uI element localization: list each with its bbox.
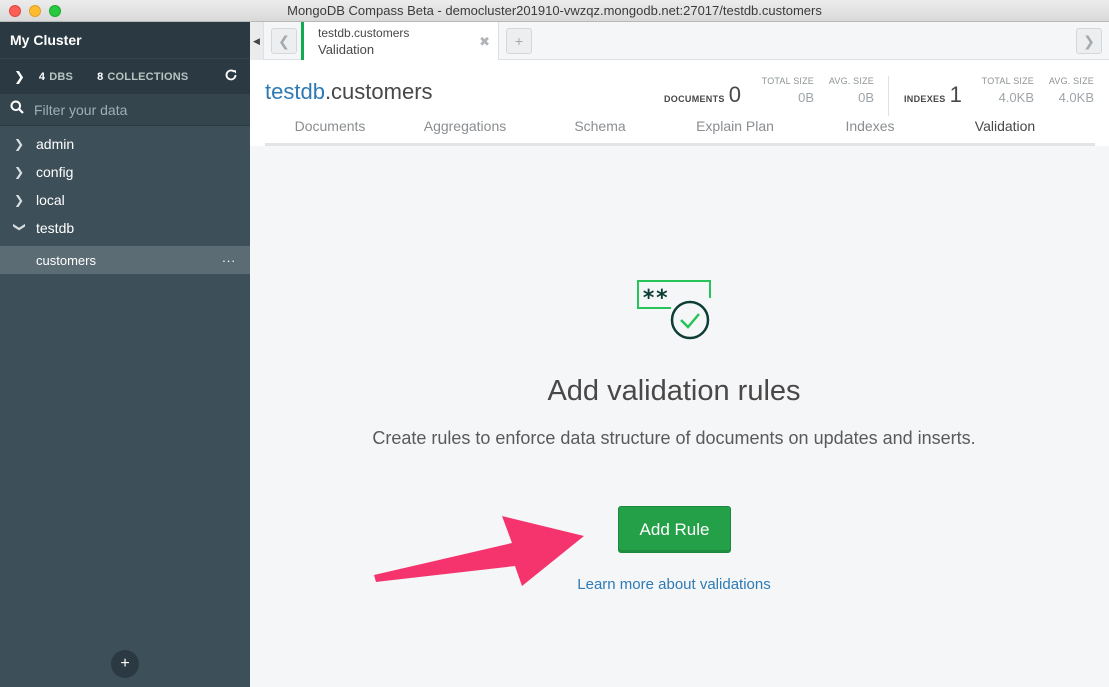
minimize-window-button[interactable] — [29, 5, 41, 17]
workspace-tabbar: ◀ ❮ testdb.customers Validation ✖ + ❯ — [250, 22, 1109, 60]
chevron-right-icon: ❯ — [14, 165, 25, 179]
sidebar-item-testdb[interactable]: ❯ testdb — [0, 214, 250, 242]
documents-stat: DOCUMENTS 0 — [664, 82, 741, 108]
indexes-avg-size-value: 4.0KB — [1058, 90, 1094, 105]
refresh-icon[interactable] — [224, 68, 238, 86]
documents-total-size-label: TOTAL SIZE — [761, 76, 814, 86]
chevron-right-icon: ❯ — [14, 137, 25, 151]
sidebar-item-local[interactable]: ❯ local — [0, 186, 250, 214]
dbs-count: 4 DBS — [39, 71, 73, 83]
tab-aggregations[interactable]: Aggregations — [400, 116, 530, 146]
empty-state-description: Create rules to enforce data structure o… — [372, 428, 976, 448]
documents-count: 0 — [728, 82, 741, 107]
sidebar-item-admin[interactable]: ❯ admin — [0, 130, 250, 158]
workspace-tab[interactable]: testdb.customers Validation ✖ — [301, 22, 499, 60]
tab-subtitle: Validation — [318, 42, 375, 57]
sidebar: My Cluster ❯ 4 DBS 8 COLLECTIONS Filter yo… — [0, 22, 250, 687]
cluster-name: My Cluster — [10, 32, 82, 48]
pointer-arrow-annotation — [374, 516, 584, 586]
indexes-stat: INDEXES 1 — [904, 82, 962, 108]
window-titlebar: MongoDB Compass Beta - democluster201910… — [0, 0, 1109, 22]
filter-input[interactable]: Filter your data — [34, 102, 127, 118]
collection-tabs: Documents Aggregations Schema Explain Pl… — [265, 116, 1095, 149]
close-icon[interactable]: ✖ — [479, 34, 490, 50]
collections-count-label: COLLECTIONS — [107, 70, 189, 83]
validation-empty-state: ** Add validation rules Create rules to … — [250, 146, 1109, 687]
tab-namespace: testdb.customers — [318, 26, 410, 40]
dbs-count-value: 4 — [38, 70, 46, 83]
collection-menu-button[interactable]: ... — [222, 250, 236, 265]
collections-count-value: 8 — [97, 70, 104, 83]
dbs-count-label: DBS — [49, 70, 74, 83]
indexes-count: 1 — [949, 82, 962, 107]
collection-name: .customers — [324, 79, 433, 104]
tab-validation[interactable]: Validation — [940, 116, 1070, 149]
sidebar-filter[interactable]: Filter your data — [0, 94, 250, 126]
empty-state-title: Add validation rules — [547, 375, 801, 407]
tab-scroll-right-button[interactable]: ❯ — [1076, 28, 1102, 54]
validation-rules-icon: ** — [635, 278, 715, 347]
sidebar-item-customers[interactable]: customers ... — [0, 246, 250, 274]
documents-label: DOCUMENTS — [664, 94, 725, 104]
collection-db-name[interactable]: testdb — [265, 79, 325, 104]
indexes-total-size-label: TOTAL SIZE — [981, 76, 1034, 86]
indexes-total-size-value: 4.0KB — [998, 90, 1034, 105]
create-database-button[interactable]: + — [111, 650, 139, 678]
collection-header: testdb.customers DOCUMENTS 0 TOTAL SIZE 0… — [250, 60, 1109, 149]
close-window-button[interactable] — [9, 5, 21, 17]
documents-avg-size-label: AVG. SIZE — [828, 76, 874, 86]
cluster-stats[interactable]: ❯ 4 DBS 8 COLLECTIONS — [0, 58, 250, 94]
tab-indexes[interactable]: Indexes — [805, 116, 935, 146]
cluster-header[interactable]: My Cluster — [0, 22, 250, 58]
svg-text:**: ** — [642, 286, 669, 311]
database-name: testdb — [36, 220, 75, 236]
database-name: config — [36, 164, 74, 180]
tab-scroll-left-button[interactable]: ❮ — [271, 28, 297, 54]
indexes-label: INDEXES — [904, 94, 946, 104]
chevron-right-icon[interactable]: ❯ — [14, 69, 25, 85]
database-name: admin — [36, 136, 75, 152]
sidebar-item-config[interactable]: ❯ config — [0, 158, 250, 186]
tab-documents[interactable]: Documents — [265, 116, 395, 146]
add-rule-button[interactable]: Add Rule — [618, 506, 731, 553]
chevron-down-icon: ❯ — [13, 222, 27, 233]
tab-explain-plan[interactable]: Explain Plan — [670, 116, 800, 146]
documents-avg-size-value: 0B — [858, 90, 874, 105]
chevron-right-icon: ❯ — [14, 193, 25, 207]
search-icon — [10, 100, 24, 119]
collections-count: 8 COLLECTIONS — [97, 71, 188, 83]
indexes-total-size: TOTAL SIZE 4.0KB — [972, 76, 1034, 105]
new-tab-button[interactable]: + — [506, 28, 532, 54]
documents-total-size: TOTAL SIZE 0B — [750, 76, 814, 105]
documents-avg-size: AVG. SIZE 0B — [818, 76, 874, 105]
collection-name: customers — [36, 252, 96, 268]
indexes-avg-size-label: AVG. SIZE — [1048, 76, 1094, 86]
indexes-avg-size: AVG. SIZE 4.0KB — [1040, 76, 1094, 105]
tab-schema[interactable]: Schema — [535, 116, 665, 146]
collapse-sidebar-icon[interactable]: ◀ — [250, 22, 264, 60]
zoom-window-button[interactable] — [49, 5, 61, 17]
documents-total-size-value: 0B — [798, 90, 814, 105]
stats-divider — [888, 76, 889, 116]
window-title: MongoDB Compass Beta - democluster201910… — [287, 3, 822, 18]
database-name: local — [36, 192, 65, 208]
collection-title: testdb.customers — [265, 79, 433, 105]
